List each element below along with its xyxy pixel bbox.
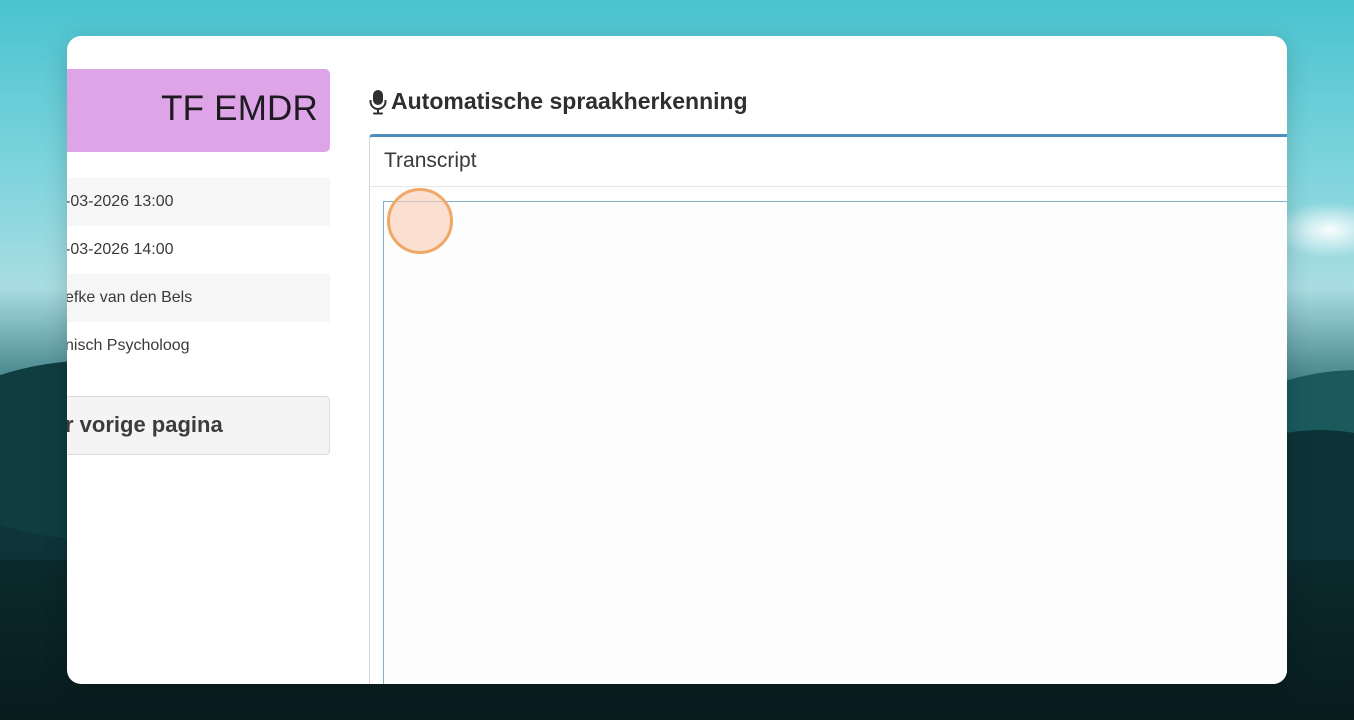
info-row-end-time: -03-2026 14:00 [67,241,174,258]
session-title-card: TF EMDR [67,69,330,152]
section-title: Automatische spraakherkenning [391,88,748,114]
back-button-label: r vorige pagina [67,412,223,437]
session-info-list: -03-2026 13:00 -03-2026 14:00 efke van d… [67,178,330,370]
info-row-therapist: efke van den Bels [67,274,330,322]
session-title: TF EMDR [161,89,318,128]
transcript-panel-header: Transcript [370,137,1287,187]
transcript-textarea[interactable] [383,201,1287,684]
transcript-panel: Transcript [369,134,1287,684]
info-row-role: nisch Psycholoog [67,337,190,354]
session-sidebar: TF EMDR -03-2026 13:00 -03-2026 14:00 ef… [67,36,330,684]
app-window: TF EMDR -03-2026 13:00 -03-2026 14:00 ef… [67,36,1287,684]
info-row-start-time: -03-2026 13:00 [67,178,330,226]
speech-recognition-heading: Automatische spraakherkenning [369,88,748,115]
microphone-icon [369,89,387,114]
back-to-previous-page-button[interactable]: r vorige pagina [67,396,330,455]
